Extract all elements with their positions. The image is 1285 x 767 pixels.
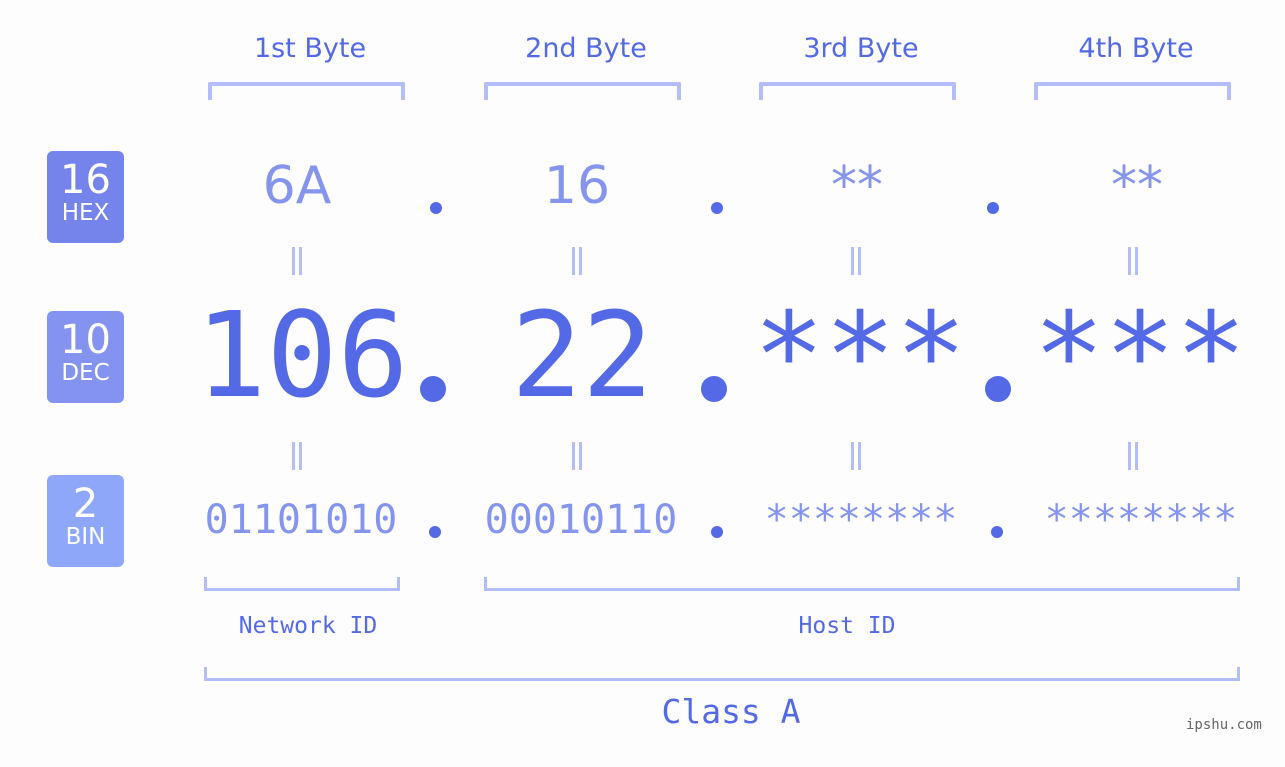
- dec-separator-dot: [420, 376, 446, 402]
- bin-base-number: 2: [72, 481, 99, 527]
- dec-base-label: DEC: [61, 360, 110, 386]
- equals-icon: [851, 442, 861, 470]
- bin-badge: 2 BIN: [47, 475, 124, 567]
- byte-bracket-2: [484, 82, 681, 100]
- dec-value-4: ***: [1033, 286, 1247, 424]
- byte-bracket-4: [1034, 82, 1231, 100]
- hex-base-label: HEX: [61, 200, 110, 226]
- host-id-bracket: [484, 577, 1240, 591]
- hex-value-1: 6A: [262, 156, 332, 216]
- bin-separator-dot: [991, 526, 1003, 538]
- hex-base-number: 16: [60, 157, 111, 203]
- equals-icon: [1128, 247, 1138, 275]
- dec-separator-dot: [701, 376, 727, 402]
- class-bracket: [204, 667, 1240, 681]
- byte-header-1: 1st Byte: [253, 33, 367, 64]
- hex-value-2: 16: [543, 156, 611, 216]
- bin-separator-dot: [711, 526, 723, 538]
- bin-value-1: 01101010: [204, 497, 398, 543]
- byte-header-3: 3rd Byte: [803, 33, 919, 64]
- byte-header-2: 2nd Byte: [525, 33, 647, 64]
- hex-value-4: **: [1111, 156, 1163, 216]
- dec-value-3: ***: [753, 286, 967, 424]
- hex-separator-dot: [430, 202, 442, 214]
- network-id-label: Network ID: [238, 613, 378, 639]
- class-label: Class A: [661, 692, 801, 731]
- bin-separator-dot: [429, 526, 441, 538]
- dec-base-number: 10: [60, 317, 111, 363]
- byte-bracket-1: [208, 82, 405, 100]
- equals-icon: [572, 247, 582, 275]
- network-id-bracket: [204, 577, 400, 591]
- bin-value-3: ********: [764, 497, 958, 543]
- hex-badge: 16 HEX: [47, 151, 124, 243]
- equals-icon: [851, 247, 861, 275]
- bin-value-2: 00010110: [484, 497, 678, 543]
- equals-icon: [1128, 442, 1138, 470]
- equals-icon: [292, 247, 302, 275]
- hex-value-3: **: [831, 156, 883, 216]
- host-id-label: Host ID: [798, 613, 896, 639]
- byte-bracket-3: [759, 82, 956, 100]
- dec-badge: 10 DEC: [47, 311, 124, 403]
- bin-base-label: BIN: [65, 524, 106, 550]
- dec-value-2: 22: [510, 286, 654, 424]
- bin-value-4: ********: [1044, 497, 1238, 543]
- watermark: ipshu.com: [1186, 717, 1262, 733]
- equals-icon: [572, 442, 582, 470]
- hex-separator-dot: [987, 202, 999, 214]
- dec-separator-dot: [985, 376, 1011, 402]
- byte-header-4: 4th Byte: [1078, 33, 1194, 64]
- equals-icon: [292, 442, 302, 470]
- dec-value-1: 106: [195, 286, 409, 424]
- hex-separator-dot: [711, 202, 723, 214]
